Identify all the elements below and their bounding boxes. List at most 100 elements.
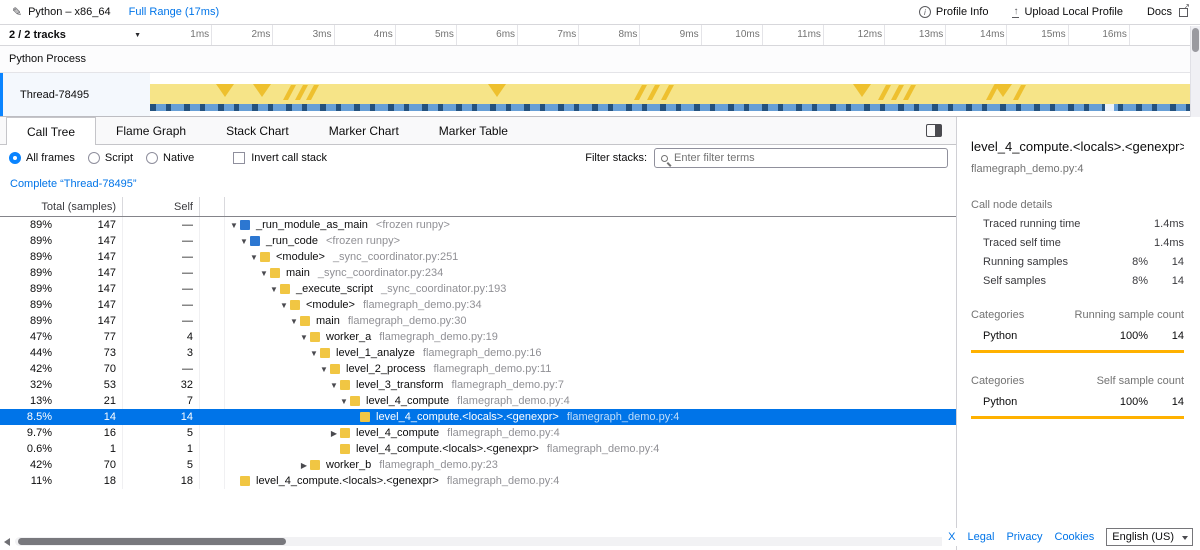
- expand-icon[interactable]: ▶: [328, 429, 340, 438]
- language-select[interactable]: English (US): [1106, 528, 1193, 546]
- call-tree-row[interactable]: 42%70—▼level_2_processflamegraph_demo.py…: [0, 361, 956, 377]
- upload-icon: ↑: [1012, 7, 1019, 18]
- edit-profile-name-icon[interactable]: ✎: [12, 5, 22, 19]
- call-tree-row[interactable]: 89%147—▼mainflamegraph_demo.py:30: [0, 313, 956, 329]
- file-location: flamegraph_demo.py:23: [379, 459, 498, 471]
- tab-marker-chart[interactable]: Marker Chart: [309, 117, 419, 144]
- call-tree-row[interactable]: 89%147—▼_execute_script_sync_coordinator…: [0, 281, 956, 297]
- column-header-total-samples[interactable]: Total (samples): [0, 197, 123, 216]
- call-tree-row[interactable]: 89%147—▼<module>flamegraph_demo.py:34: [0, 297, 956, 313]
- call-tree-row[interactable]: 11%1818level_4_compute.<locals>.<genexpr…: [0, 473, 956, 489]
- collapse-icon[interactable]: ▼: [278, 301, 290, 310]
- call-node-cell: ▼mainflamegraph_demo.py:30: [225, 313, 956, 329]
- panel-tabs: Call Tree Flame Graph Stack Chart Marker…: [0, 117, 956, 145]
- collapse-icon[interactable]: ▼: [268, 285, 280, 294]
- tab-call-tree[interactable]: Call Tree: [6, 117, 96, 145]
- function-name: level_3_transform: [356, 379, 443, 391]
- marker-slash-icon: [306, 85, 319, 100]
- call-node-cell: ▼main_sync_coordinator.py:234: [225, 265, 956, 281]
- radio-native[interactable]: Native: [146, 152, 194, 164]
- full-range-button[interactable]: Full Range (17ms): [129, 6, 219, 18]
- ruler-tick: 12ms: [884, 25, 885, 45]
- total-percent: 11%: [0, 475, 52, 487]
- collapse-icon[interactable]: ▼: [308, 349, 320, 358]
- function-name: worker_a: [326, 331, 371, 343]
- collapse-icon[interactable]: ▼: [328, 381, 340, 390]
- radio-all-frames[interactable]: All frames: [9, 152, 75, 164]
- call-tree-row[interactable]: 8.5%1414level_4_compute.<locals>.<genexp…: [0, 409, 956, 425]
- radio-unchecked-icon: [88, 152, 100, 164]
- column-header-self[interactable]: Self: [123, 197, 200, 216]
- radio-all-frames-label: All frames: [26, 152, 75, 164]
- call-tree-row[interactable]: 42%705▶worker_bflamegraph_demo.py:23: [0, 457, 956, 473]
- footer-link-privacy[interactable]: Privacy: [1006, 531, 1042, 543]
- call-tree-row[interactable]: 44%733▼level_1_analyzeflamegraph_demo.py…: [0, 345, 956, 361]
- file-location: _sync_coordinator.py:234: [318, 267, 443, 279]
- ruler-tick: 13ms: [945, 25, 946, 45]
- tracks-dropdown[interactable]: 2 / 2 tracks ▼: [0, 25, 150, 45]
- horizontal-scrollbar-thumb[interactable]: [18, 538, 286, 545]
- footer-link-legal[interactable]: Legal: [968, 531, 995, 543]
- collapse-icon[interactable]: ▼: [298, 333, 310, 342]
- collapse-icon[interactable]: ▼: [248, 253, 260, 262]
- scroll-left-arrow-icon[interactable]: [4, 538, 10, 546]
- vertical-scrollbar-thumb[interactable]: [1192, 28, 1199, 52]
- marker-slash-icon: [878, 85, 891, 100]
- ruler-tick-label: 1ms: [190, 29, 209, 40]
- sidebar-toggle-button[interactable]: [926, 124, 942, 137]
- call-tree-row[interactable]: 89%147—▼main_sync_coordinator.py:234: [0, 265, 956, 281]
- footer-close-button[interactable]: X: [948, 531, 955, 543]
- collapse-icon[interactable]: ▼: [238, 237, 250, 246]
- collapse-icon[interactable]: ▼: [338, 397, 350, 406]
- ruler-tick-label: 14ms: [980, 29, 1004, 40]
- collapse-icon[interactable]: ▼: [258, 269, 270, 278]
- process-track-label: Python Process: [9, 53, 86, 65]
- docs-link[interactable]: Docs: [1147, 6, 1188, 18]
- self-samples-cell: 5: [123, 457, 200, 473]
- thread-track-header[interactable]: Thread-78495: [0, 73, 150, 116]
- call-tree-row[interactable]: 13%217▼level_4_computeflamegraph_demo.py…: [0, 393, 956, 409]
- horizontal-scrollbar-track[interactable]: [15, 537, 952, 546]
- call-tree-row[interactable]: 89%147—▼<module>_sync_coordinator.py:251: [0, 249, 956, 265]
- upload-profile-button[interactable]: ↑ Upload Local Profile: [1012, 6, 1122, 18]
- call-tree-row[interactable]: 89%147—▼_run_code<frozen runpy>: [0, 233, 956, 249]
- detail-row-running-samples: Running samples 8% 14: [971, 256, 1184, 268]
- ruler-tick: 5ms: [456, 25, 457, 45]
- total-count: 14: [52, 411, 122, 423]
- call-tree-row[interactable]: 9.7%165▶level_4_computeflamegraph_demo.p…: [0, 425, 956, 441]
- file-location: flamegraph_demo.py:4: [457, 395, 570, 407]
- total-percent: 89%: [0, 283, 52, 295]
- timeline-vertical-scrollbar[interactable]: [1190, 26, 1200, 117]
- process-track-header[interactable]: Python Process: [0, 46, 1200, 73]
- expand-icon[interactable]: ▶: [298, 461, 310, 470]
- filter-input[interactable]: [674, 152, 941, 164]
- radio-script[interactable]: Script: [88, 152, 133, 164]
- thread-activity-graph[interactable]: [150, 73, 1190, 116]
- breadcrumb-complete-thread[interactable]: Complete “Thread-78495”: [10, 178, 137, 190]
- ruler-tick: 11ms: [823, 25, 824, 45]
- file-location: flamegraph_demo.py:16: [423, 347, 542, 359]
- invert-call-stack-checkbox[interactable]: [233, 152, 245, 164]
- footer-link-cookies[interactable]: Cookies: [1055, 531, 1095, 543]
- call-tree-row[interactable]: 89%147—▼_run_module_as_main<frozen runpy…: [0, 217, 956, 233]
- profile-info-button[interactable]: i Profile Info: [919, 6, 989, 18]
- call-tree-row[interactable]: 32%5332▼level_3_transformflamegraph_demo…: [0, 377, 956, 393]
- call-tree-row[interactable]: 0.6%11level_4_compute.<locals>.<genexpr>…: [0, 441, 956, 457]
- collapse-icon[interactable]: ▼: [288, 317, 300, 326]
- function-name: main: [316, 315, 340, 327]
- profiler-app: ✎ Python – x86_64 Full Range (17ms) i Pr…: [0, 0, 1200, 550]
- collapse-icon[interactable]: ▼: [318, 365, 330, 374]
- horizontal-scrollbar[interactable]: [0, 536, 956, 548]
- call-node-cell: level_4_compute.<locals>.<genexpr>flameg…: [225, 409, 956, 425]
- total-count: 147: [52, 219, 122, 231]
- external-link-icon: [1179, 8, 1188, 17]
- tab-flame-graph[interactable]: Flame Graph: [96, 117, 206, 144]
- call-tree-row[interactable]: 47%774▼worker_aflamegraph_demo.py:19: [0, 329, 956, 345]
- tab-marker-table[interactable]: Marker Table: [419, 117, 528, 144]
- detail-row-self-samples: Self samples 8% 14: [971, 275, 1184, 287]
- tab-stack-chart[interactable]: Stack Chart: [206, 117, 309, 144]
- icon-cell: [200, 345, 225, 361]
- function-name: level_4_compute.<locals>.<genexpr>: [256, 475, 439, 487]
- collapse-icon[interactable]: ▼: [228, 221, 240, 230]
- track-activity-band: [150, 84, 1190, 111]
